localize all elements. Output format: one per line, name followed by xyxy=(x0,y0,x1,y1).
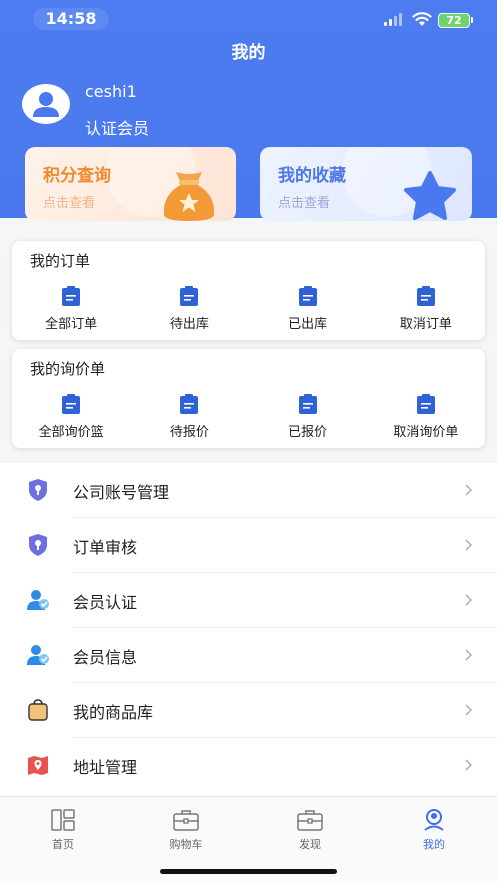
menu-item-product-library[interactable]: 我的商品库 xyxy=(0,683,497,738)
quote-quoted-label: 已报价 xyxy=(288,425,328,440)
cellular-signal-icon xyxy=(384,12,404,26)
map-icon xyxy=(28,756,48,775)
tab-label: 发现 xyxy=(299,838,321,851)
quote-pending-button[interactable]: 待报价 xyxy=(130,393,248,443)
profile-icon xyxy=(424,809,444,831)
clipboard-icon xyxy=(416,286,435,306)
menu-label: 公司账号管理 xyxy=(73,483,170,502)
quote-quoted-button[interactable]: 已报价 xyxy=(249,393,367,443)
page-title: 我的 xyxy=(231,43,266,63)
menu-item-address-management[interactable]: 地址管理 xyxy=(0,738,497,793)
order-shipped-label: 已出库 xyxy=(288,317,328,332)
my-orders-title: 我的订单 xyxy=(30,252,91,270)
quote-all-button[interactable]: 全部询价篮 xyxy=(12,393,130,443)
menu-item-order-review[interactable]: 订单审核 xyxy=(0,518,497,573)
order-shipped-button[interactable]: 已出库 xyxy=(249,285,367,335)
tab-label: 购物车 xyxy=(169,838,203,851)
order-cancelled-label: 取消订单 xyxy=(399,317,452,332)
menu-item-member-info[interactable]: 会员信息 xyxy=(0,628,497,683)
clipboard-icon xyxy=(62,286,81,306)
order-all-button[interactable]: 全部订单 xyxy=(12,285,130,335)
briefcase-icon xyxy=(297,810,323,831)
bag-icon xyxy=(28,699,48,721)
quote-cancelled-button[interactable]: 取消询价单 xyxy=(367,393,485,443)
chevron-right-icon xyxy=(465,759,472,771)
menu-label: 我的商品库 xyxy=(73,703,154,722)
clipboard-icon xyxy=(298,394,317,414)
status-time: 14:58 xyxy=(33,8,109,30)
chevron-right-icon xyxy=(465,594,472,606)
points-query-card[interactable]: 积分查询 点击查看 xyxy=(25,147,236,221)
member-level: 认证会员 xyxy=(85,119,150,138)
clipboard-icon xyxy=(298,286,317,306)
member-icon xyxy=(27,590,49,610)
favorites-title: 我的收藏 xyxy=(278,166,346,186)
favorites-card[interactable]: 我的收藏 点击查看 xyxy=(260,147,472,221)
points-query-subtitle: 点击查看 xyxy=(43,196,96,211)
briefcase-icon xyxy=(173,810,199,831)
favorites-subtitle: 点击查看 xyxy=(278,196,331,211)
clipboard-icon xyxy=(62,394,81,414)
tab-mine[interactable]: 我的 xyxy=(394,808,474,852)
clipboard-icon xyxy=(180,286,199,306)
quote-all-label: 全部询价篮 xyxy=(38,425,104,440)
wifi-icon xyxy=(412,12,432,26)
star-icon xyxy=(404,171,456,220)
settings-menu: 公司账号管理 订单审核 会员认证 会员信息 我的商品库 地址管理 xyxy=(0,463,497,796)
home-indicator[interactable] xyxy=(160,869,337,874)
menu-label: 会员信息 xyxy=(73,648,138,667)
chevron-right-icon xyxy=(465,539,472,551)
chevron-right-icon xyxy=(465,484,472,496)
tab-home[interactable]: 首页 xyxy=(23,808,103,852)
home-grid-icon xyxy=(51,809,75,831)
avatar[interactable] xyxy=(22,84,70,124)
shield-key-icon xyxy=(29,534,47,556)
clipboard-icon xyxy=(416,394,435,414)
my-orders-card: 我的订单 全部订单 待出库 已出库 取消订单 xyxy=(12,241,485,340)
order-cancelled-button[interactable]: 取消订单 xyxy=(367,285,485,335)
order-pending-button[interactable]: 待出库 xyxy=(130,285,248,335)
money-bag-icon xyxy=(163,172,215,221)
menu-label: 会员认证 xyxy=(73,593,138,612)
tab-label: 首页 xyxy=(52,838,74,851)
my-quotes-card: 我的询价单 全部询价篮 待报价 已报价 取消询价单 xyxy=(12,349,485,448)
user-avatar-icon xyxy=(33,92,59,117)
battery-level: 72 xyxy=(438,13,470,28)
chevron-right-icon xyxy=(465,649,472,661)
quote-cancelled-label: 取消询价单 xyxy=(393,425,459,440)
points-query-title: 积分查询 xyxy=(43,166,111,186)
menu-label: 订单审核 xyxy=(73,538,138,557)
status-bar: 14:58 72 xyxy=(0,0,497,40)
shield-key-icon xyxy=(29,479,47,501)
order-all-label: 全部订单 xyxy=(45,317,98,332)
menu-item-company-accounts[interactable]: 公司账号管理 xyxy=(0,463,497,518)
tab-discover[interactable]: 发现 xyxy=(270,808,350,852)
my-quotes-title: 我的询价单 xyxy=(30,360,106,378)
tab-label: 我的 xyxy=(423,838,445,851)
menu-label: 地址管理 xyxy=(73,758,138,777)
tab-cart[interactable]: 购物车 xyxy=(146,808,226,852)
menu-item-member-verification[interactable]: 会员认证 xyxy=(0,573,497,628)
order-pending-label: 待出库 xyxy=(169,317,209,332)
battery-tip xyxy=(471,17,473,23)
clipboard-icon xyxy=(180,394,199,414)
chevron-right-icon xyxy=(465,704,472,716)
quote-pending-label: 待报价 xyxy=(169,425,209,440)
member-icon xyxy=(27,645,49,665)
username: ceshi1 xyxy=(85,82,137,101)
